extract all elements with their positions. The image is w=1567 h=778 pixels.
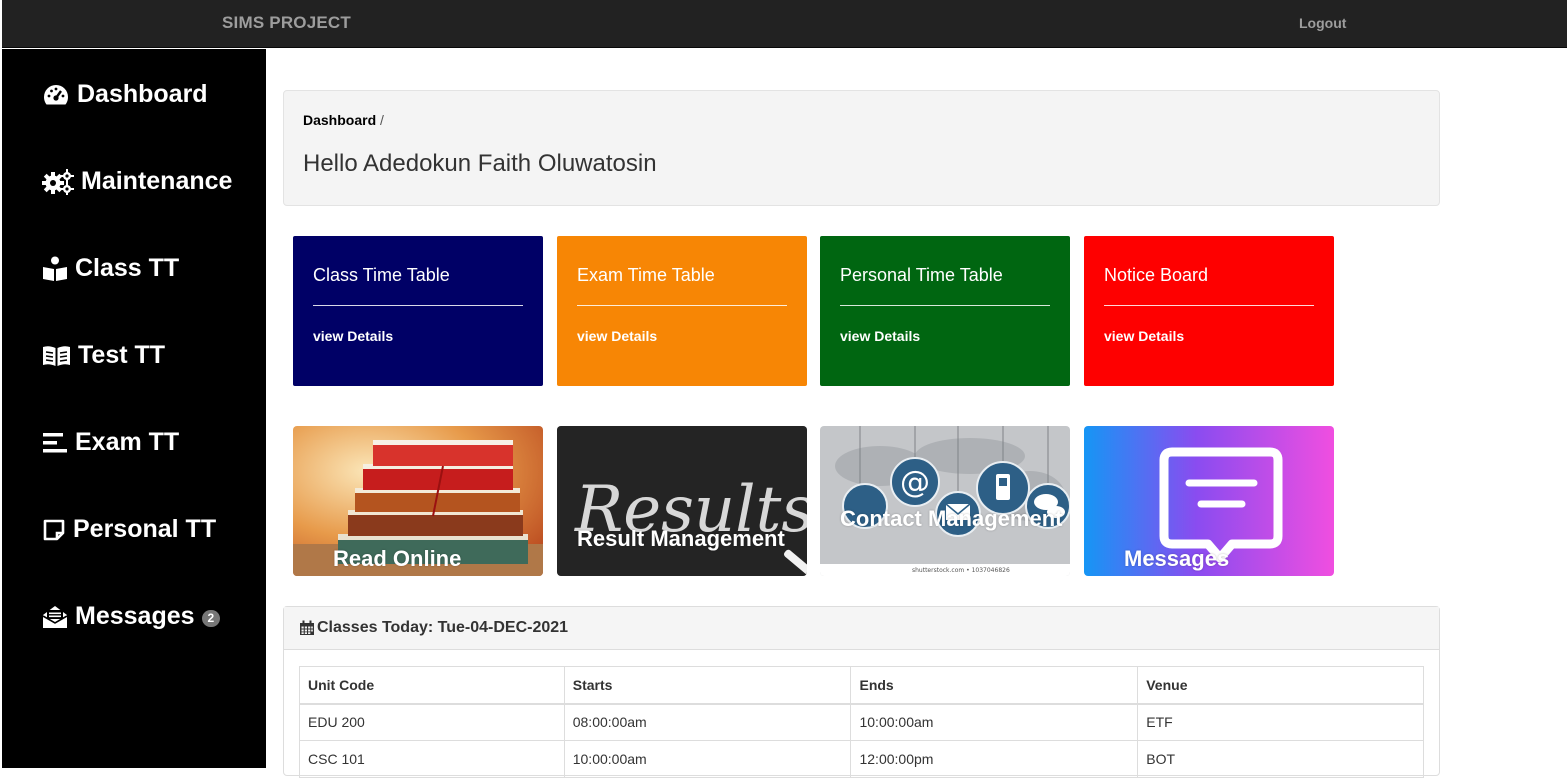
dashboard-gauge-icon [43, 84, 69, 104]
column-header: Unit Code [299, 666, 565, 705]
brand-title[interactable]: SIMS PROJECT [222, 13, 351, 33]
stock-watermark: shutterstock.com • 1037046826 [912, 567, 1010, 574]
sidebar-item-label: Exam TT [75, 428, 180, 456]
personal-timetable-card[interactable]: Personal Time Table view Details [820, 236, 1070, 386]
sidebar-item-maintenance[interactable]: Maintenance [42, 167, 232, 196]
table-row: CSC 101 10:00:00am 12:00:00pm BOT [299, 740, 1424, 778]
sidebar-item-label: Messages [75, 602, 195, 630]
sidebar: Dashboard Maintenance Class TT Test TT E… [2, 49, 266, 768]
sidebar-item-test-tt[interactable]: Test TT [42, 341, 165, 370]
gears-icon [42, 168, 74, 195]
table-cell: CSC 101 [299, 740, 565, 778]
tile-label: Messages [1124, 546, 1230, 571]
calendar-icon [300, 620, 314, 635]
view-details-link[interactable]: view Details [577, 328, 657, 344]
sidebar-item-label: Dashboard [77, 80, 208, 108]
result-management-tile[interactable]: Results Result Management [557, 426, 807, 576]
messages-tile[interactable]: Messages [1084, 426, 1334, 576]
table-cell: 10:00:00am [563, 740, 852, 778]
card-title: Personal Time Table [840, 265, 1003, 285]
exam-timetable-card[interactable]: Exam Time Table view Details [557, 236, 807, 386]
greeting-text: Hello Adedokun Faith Oluwatosin [303, 150, 657, 177]
align-justify-icon [43, 432, 67, 452]
sidebar-item-class-tt[interactable]: Class TT [42, 254, 179, 283]
breadcrumb-separator: / [380, 112, 384, 128]
sidebar-item-label: Personal TT [73, 515, 217, 543]
sticky-note-icon [43, 519, 65, 540]
sidebar-item-label: Maintenance [81, 167, 233, 195]
card-title: Notice Board [1104, 265, 1209, 285]
contact-management-tile[interactable]: @ shutterstock.com • 1037046826 Contact … [820, 426, 1070, 576]
sidebar-item-exam-tt[interactable]: Exam TT [42, 428, 179, 457]
column-header: Venue [1137, 666, 1424, 705]
classes-today-panel: Classes Today: Tue-04-DEC-2021 Unit Code… [283, 606, 1440, 778]
read-online-tile[interactable]: Read Online [293, 426, 543, 576]
table-header-row: Unit Code Starts Ends Venue [299, 666, 1424, 705]
table-cell: 12:00:00pm [850, 740, 1139, 778]
column-header: Starts [563, 666, 852, 705]
table-cell: 08:00:00am [563, 703, 852, 741]
breadcrumb-dashboard[interactable]: Dashboard [303, 112, 376, 128]
view-details-link[interactable]: view Details [313, 328, 393, 344]
svg-text:@: @ [900, 465, 930, 500]
view-details-link[interactable]: view Details [840, 328, 920, 344]
table-row: EDU 200 08:00:00am 10:00:00am ETF [299, 703, 1424, 741]
top-navbar: SIMS PROJECT Logout [2, 0, 1567, 48]
column-header: Ends [850, 666, 1139, 705]
sidebar-item-label: Class TT [75, 254, 180, 282]
logout-link[interactable]: Logout [1299, 15, 1346, 31]
tile-label: Result Management [577, 526, 785, 551]
sidebar-item-label: Test TT [78, 341, 166, 369]
envelope-open-icon [42, 605, 68, 628]
sidebar-item-messages[interactable]: Messages 2 [42, 602, 221, 631]
book-open-icon [43, 345, 70, 366]
chalkboard-results-image: Results [557, 426, 807, 576]
classes-table: Unit Code Starts Ends Venue EDU 200 08:0… [299, 666, 1424, 778]
tile-label: Read Online [333, 546, 462, 571]
reader-icon [43, 256, 67, 281]
card-title: Class Time Table [313, 265, 450, 285]
panel-heading: Classes Today: Tue-04-DEC-2021 [284, 607, 1439, 650]
card-divider [1104, 305, 1314, 306]
sidebar-item-personal-tt[interactable]: Personal TT [42, 515, 216, 544]
notice-board-card[interactable]: Notice Board view Details [1084, 236, 1334, 386]
card-divider [313, 305, 523, 306]
table-cell: BOT [1137, 740, 1424, 778]
view-details-link[interactable]: view Details [1104, 328, 1184, 344]
card-divider [840, 305, 1050, 306]
welcome-panel: Dashboard / Hello Adedokun Faith Oluwato… [283, 90, 1440, 206]
table-cell: 10:00:00am [850, 703, 1139, 741]
table-cell: ETF [1137, 703, 1424, 741]
card-divider [577, 305, 787, 306]
contact-icons-image: @ shutterstock.com • 1037046826 [820, 426, 1070, 576]
card-title: Exam Time Table [577, 265, 715, 285]
table-cell: EDU 200 [299, 703, 565, 741]
sidebar-item-dashboard[interactable]: Dashboard [42, 80, 208, 109]
messages-count-badge: 2 [201, 610, 221, 627]
tile-label: Contact Management [840, 506, 1063, 531]
panel-title: Classes Today: Tue-04-DEC-2021 [317, 619, 569, 636]
breadcrumb: Dashboard / [303, 112, 384, 128]
class-timetable-card[interactable]: Class Time Table view Details [293, 236, 543, 386]
